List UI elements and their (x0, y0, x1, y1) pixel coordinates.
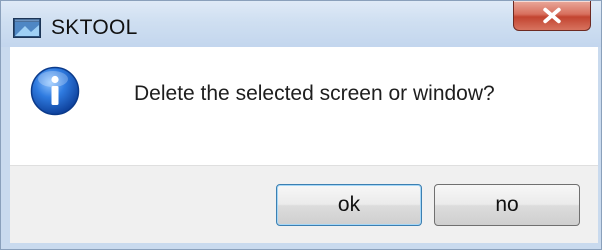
close-button[interactable] (513, 1, 591, 31)
info-icon (30, 66, 80, 116)
window-title: SKTOOL (51, 16, 138, 39)
dialog-window: SKTOOL Delete the selected screen or win… (0, 0, 602, 250)
ok-button[interactable]: ok (276, 184, 422, 226)
dialog-content: Delete the selected screen or window? (10, 47, 598, 165)
close-icon (543, 7, 561, 24)
app-window-icon (13, 18, 41, 38)
dialog-message: Delete the selected screen or window? (134, 82, 495, 105)
no-button[interactable]: no (434, 184, 580, 226)
title-bar[interactable]: SKTOOL (1, 1, 601, 47)
button-bar: ok no (10, 165, 598, 243)
